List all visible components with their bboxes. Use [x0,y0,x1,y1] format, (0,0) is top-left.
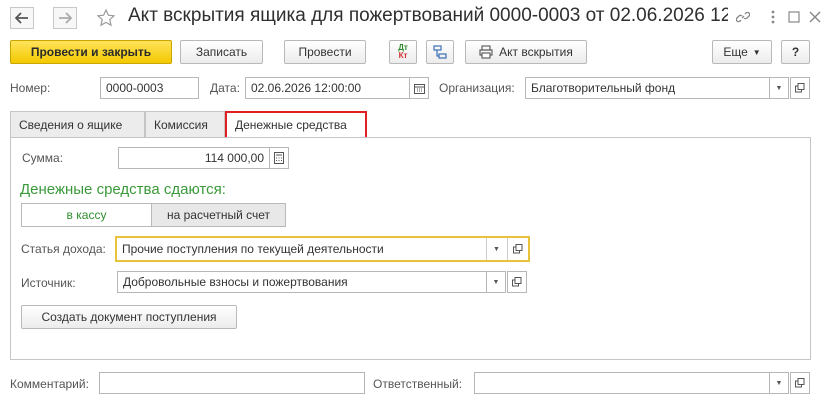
source-open-button[interactable] [507,271,527,293]
open-window-icon [795,83,805,93]
organization-dropdown-button[interactable]: ▼ [769,77,789,99]
income-open-button[interactable] [507,238,527,260]
printer-icon [479,45,493,59]
income-item-label: Статья дохода: [21,242,106,256]
maximize-icon[interactable] [785,8,803,26]
tab-commission[interactable]: Комиссия [145,111,225,138]
source-field[interactable]: Добровольные взносы и пожертвования [117,271,487,293]
organization-label: Организация: [439,81,515,95]
tab-box-info[interactable]: Сведения о ящике [10,111,145,138]
responsible-field[interactable] [474,372,771,394]
caret-down-icon: ▼ [493,245,500,253]
dt-kt-icon: Дт Кт [398,44,408,60]
close-icon[interactable] [806,8,824,26]
open-window-icon [795,378,805,388]
act-print-button[interactable]: Акт вскрытия [465,40,587,64]
income-item-field[interactable]: Прочие поступления по текущей деятельнос… [115,236,530,262]
caret-down-icon: ▼ [775,84,783,92]
number-field[interactable]: 0000-0003 [100,77,199,99]
dt-kt-button[interactable]: Дт Кт [389,40,417,64]
act-print-label: Акт вскрытия [499,45,573,59]
calculator-icon [274,152,284,164]
sum-field[interactable]: 114 000,00 [118,147,270,169]
create-receipt-button[interactable]: Создать документ поступления [21,305,237,329]
option-cash[interactable]: в кассу [21,203,152,227]
date-field[interactable]: 02.06.2026 12:00:00 [245,77,410,99]
kt-label: Кт [398,51,408,60]
responsible-dropdown-button[interactable]: ▼ [769,372,789,394]
organization-open-button[interactable] [790,77,810,99]
forward-button[interactable] [53,7,77,29]
post-and-close-button[interactable]: Провести и закрыть [10,40,172,64]
number-label: Номер: [10,81,51,95]
caret-down-icon: ▼ [775,379,783,387]
responsible-label: Ответственный: [373,377,463,391]
sum-label: Сумма: [22,151,64,165]
back-button[interactable] [10,7,34,29]
open-window-icon [512,277,522,287]
comment-field[interactable] [99,372,365,394]
more-button[interactable]: Еще ▼ [712,40,772,64]
arrow-left-icon [15,12,28,24]
calendar-button[interactable] [409,77,429,99]
option-bank-account[interactable]: на расчетный счет [151,203,286,227]
income-dropdown-button[interactable]: ▼ [486,238,506,260]
favorite-star-icon[interactable] [96,8,116,28]
post-button[interactable]: Провести [284,40,366,64]
tab-money[interactable]: Денежные средства [225,111,367,139]
source-label: Источник: [21,276,76,290]
caret-down-icon: ▼ [752,47,761,57]
calendar-icon [413,83,425,94]
organization-field[interactable]: Благотворительный фонд [525,77,773,99]
arrow-right-icon [59,12,72,24]
responsible-open-button[interactable] [790,372,810,394]
hierarchy-icon [433,45,447,59]
calculator-button[interactable] [269,147,289,169]
more-vertical-icon[interactable] [764,8,782,26]
income-item-value: Прочие поступления по текущей деятельнос… [122,242,384,256]
money-destination-title: Денежные средства сдаются: [20,181,226,198]
source-dropdown-button[interactable]: ▼ [486,271,506,293]
caret-down-icon: ▼ [492,278,500,286]
open-window-icon [512,244,522,254]
save-button[interactable]: Записать [180,40,263,64]
date-label: Дата: [210,81,240,95]
link-icon[interactable] [734,8,752,26]
help-button[interactable]: ? [781,40,810,64]
window-title: Акт вскрытия ящика для пожертвований 000… [128,5,728,26]
structure-button[interactable] [426,40,454,64]
more-label: Еще [723,45,748,59]
comment-label: Комментарий: [10,377,89,391]
